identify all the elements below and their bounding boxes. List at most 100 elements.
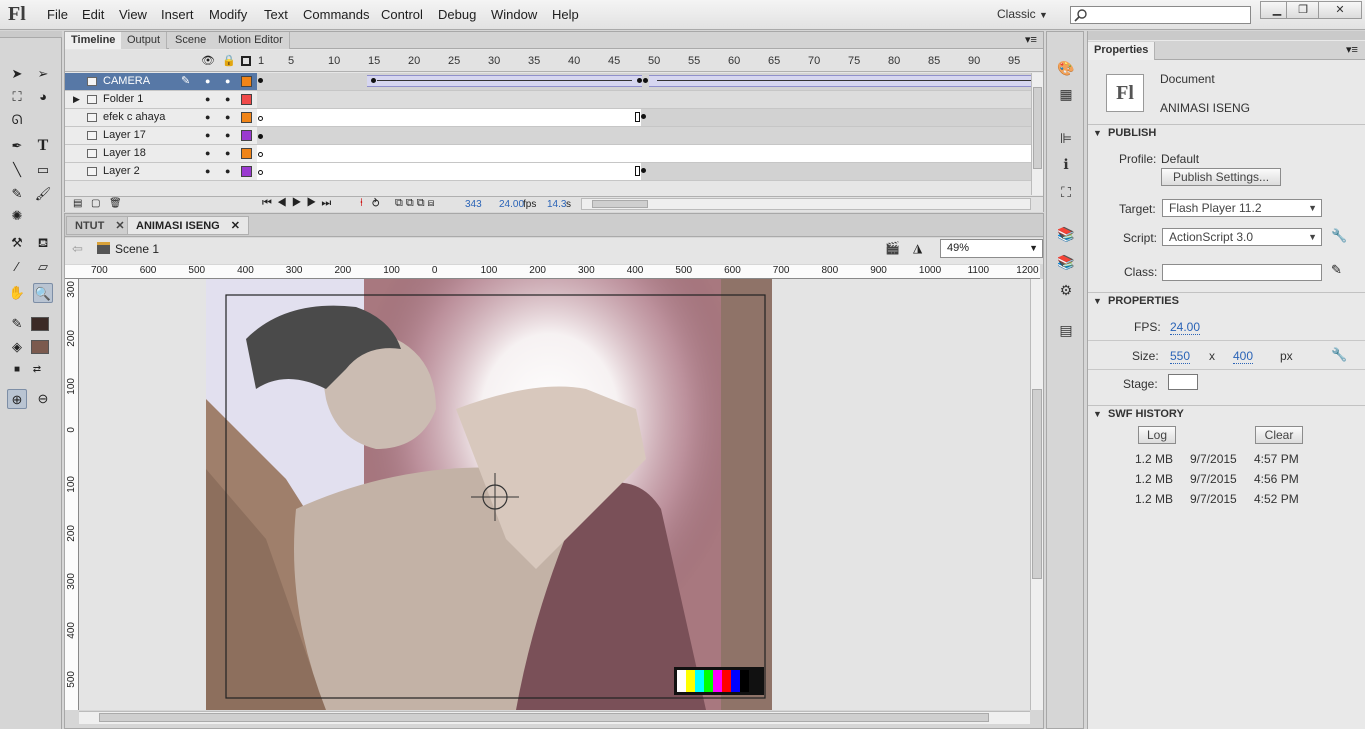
tab-output[interactable]: Output xyxy=(121,32,168,49)
menu-modify[interactable]: Modify xyxy=(209,7,247,22)
3d-rotation-tool-icon[interactable]: ◕ xyxy=(33,87,53,107)
layer-name[interactable]: efek c ahaya xyxy=(103,109,165,126)
edit-scene-icon[interactable]: 🎬 xyxy=(885,241,900,255)
play-icon[interactable]: ▶ xyxy=(292,197,307,209)
menu-control[interactable]: Control xyxy=(381,7,423,22)
stage-vscroll[interactable] xyxy=(1030,279,1043,710)
layer-outline-color[interactable] xyxy=(241,94,252,105)
eyedropper-tool-icon[interactable]: ⁄ xyxy=(7,257,27,277)
fps-value[interactable]: 24.00 xyxy=(1170,320,1201,335)
prev-frame-icon[interactable]: ◀ xyxy=(277,197,292,209)
delete-layer-icon[interactable]: 🗑 xyxy=(109,198,122,209)
color-panel-icon[interactable]: 🎨 xyxy=(1055,58,1077,78)
lock-dot[interactable]: ● xyxy=(225,73,230,90)
layer-row[interactable]: Layer 2 ● ● xyxy=(65,163,257,181)
transform-panel-icon[interactable]: ⛶ xyxy=(1055,182,1077,202)
timeline-vscroll[interactable] xyxy=(1031,73,1043,195)
pen-tool-icon[interactable]: ✒ xyxy=(7,136,27,156)
workspace-switcher[interactable]: Classic ▼ xyxy=(997,7,1048,21)
stage-artwork[interactable] xyxy=(206,279,772,710)
frame-rate[interactable]: 24.00 xyxy=(499,199,524,210)
black-white-icon[interactable]: ■ xyxy=(7,360,27,380)
visibility-dot[interactable]: ● xyxy=(205,163,210,180)
lock-dot[interactable]: ● xyxy=(225,91,230,108)
menu-view[interactable]: View xyxy=(119,7,147,22)
visibility-dot[interactable]: ● xyxy=(205,91,210,108)
fill-color-swatch[interactable] xyxy=(31,340,49,354)
visibility-dot[interactable]: ● xyxy=(205,109,210,126)
layer-row[interactable]: Layer 18 ● ● xyxy=(65,145,257,163)
layer-outline-color[interactable] xyxy=(241,76,252,87)
zoom-select[interactable]: 49% ▼ xyxy=(940,239,1043,258)
hand-tool-icon[interactable]: ✋ xyxy=(7,283,27,303)
class-input[interactable] xyxy=(1162,264,1322,281)
outline-icon[interactable] xyxy=(241,56,251,66)
zoom-out-icon[interactable]: ⊖ xyxy=(33,389,53,409)
library-panel-icon[interactable]: 📚 xyxy=(1055,224,1077,244)
pencil-tool-icon[interactable]: ✎ xyxy=(7,184,27,204)
layer-name[interactable]: Layer 18 xyxy=(103,145,146,162)
panel-menu-icon[interactable]: ▾≡ xyxy=(1346,43,1358,56)
rectangle-tool-icon[interactable]: ▭ xyxy=(33,160,53,180)
frame-row-layer2[interactable] xyxy=(257,163,1032,181)
menu-insert[interactable]: Insert xyxy=(161,7,194,22)
script-select[interactable]: ActionScript 3.0 ▼ xyxy=(1162,228,1322,246)
layer-outline-color[interactable] xyxy=(241,166,252,177)
close-icon[interactable]: ✕ xyxy=(115,220,124,232)
doc-tab-animasi[interactable]: ANIMASI ISENG ✕ xyxy=(127,216,250,235)
layer-row[interactable]: efek c ahaya ● ● xyxy=(65,109,257,127)
swap-colors-icon[interactable]: ⇄ xyxy=(27,360,47,380)
stroke-color-swatch[interactable] xyxy=(31,317,49,331)
layer-name[interactable]: Folder 1 xyxy=(103,91,143,108)
layer-row[interactable]: Layer 17 ● ● xyxy=(65,127,257,145)
subselection-tool-icon[interactable]: ➢ xyxy=(33,64,53,84)
text-tool-icon[interactable]: T xyxy=(33,136,53,156)
panel-menu-icon[interactable]: ▾≡ xyxy=(1025,33,1037,46)
properties-section-header[interactable]: ▼ PROPERTIES xyxy=(1088,292,1365,310)
visibility-dot[interactable]: ● xyxy=(205,145,210,162)
loop-icon[interactable]: ⥁ xyxy=(372,197,380,210)
lock-dot[interactable]: ● xyxy=(225,163,230,180)
stage-height[interactable]: 400 xyxy=(1233,349,1254,364)
info-panel-icon[interactable]: ℹ xyxy=(1055,154,1077,174)
menu-help[interactable]: Help xyxy=(552,7,579,22)
tab-timeline[interactable]: Timeline xyxy=(65,32,123,49)
stage-color-swatch[interactable] xyxy=(1168,374,1198,390)
eye-icon[interactable]: 👁 xyxy=(201,54,215,67)
timeline-hscroll[interactable] xyxy=(581,198,1031,210)
stage-width[interactable]: 550 xyxy=(1170,349,1191,364)
playback-controls[interactable]: ⏮◀▶▶⏭ xyxy=(262,197,336,210)
new-folder-icon[interactable]: ▢ xyxy=(91,198,100,209)
menu-file[interactable]: File xyxy=(47,7,68,22)
components-panel-icon[interactable]: ⚙ xyxy=(1055,280,1077,300)
zoom-tool-icon[interactable]: 🔍 xyxy=(33,283,53,303)
selection-tool-icon[interactable]: ➤ xyxy=(7,64,27,84)
lock-dot[interactable]: ● xyxy=(225,127,230,144)
menu-edit[interactable]: Edit xyxy=(82,7,104,22)
menu-commands[interactable]: Commands xyxy=(303,7,369,22)
visibility-dot[interactable]: ● xyxy=(205,127,210,144)
tools-panel-grip[interactable] xyxy=(0,31,62,38)
log-button[interactable]: Log xyxy=(1138,426,1176,444)
next-frame-icon[interactable]: ▶ xyxy=(307,197,322,209)
swf-history-section-header[interactable]: ▼ SWF HISTORY xyxy=(1088,405,1365,423)
tab-motion-editor[interactable]: Motion Editor xyxy=(212,32,290,49)
menu-window[interactable]: Window xyxy=(491,7,537,22)
wrench-icon[interactable]: 🔧 xyxy=(1331,228,1347,244)
layer-outline-color[interactable] xyxy=(241,148,252,159)
clear-button[interactable]: Clear xyxy=(1255,426,1303,444)
scene-breadcrumb[interactable]: Scene 1 xyxy=(115,242,159,256)
menu-text[interactable]: Text xyxy=(264,7,288,22)
zoom-in-icon[interactable]: ⊕ xyxy=(7,389,27,409)
layer-name[interactable]: CAMERA xyxy=(103,73,150,90)
publish-settings-button[interactable]: Publish Settings... xyxy=(1161,168,1281,186)
center-frame-icon[interactable]: ⍿ xyxy=(360,197,363,210)
size-wrench-icon[interactable]: 🔧 xyxy=(1331,347,1347,363)
onion-skin-icons[interactable]: ⧉⧉⧉⧈ xyxy=(395,197,438,210)
stroke-color-icon[interactable]: ✎ xyxy=(7,314,27,334)
back-arrow-icon[interactable]: ⇦ xyxy=(72,241,83,257)
lasso-tool-icon[interactable]: ᘏ xyxy=(7,110,27,130)
free-transform-tool-icon[interactable]: ⛶ xyxy=(7,87,27,107)
edit-symbols-icon[interactable]: ◮ xyxy=(913,241,922,255)
tab-properties[interactable]: Properties xyxy=(1088,42,1156,60)
